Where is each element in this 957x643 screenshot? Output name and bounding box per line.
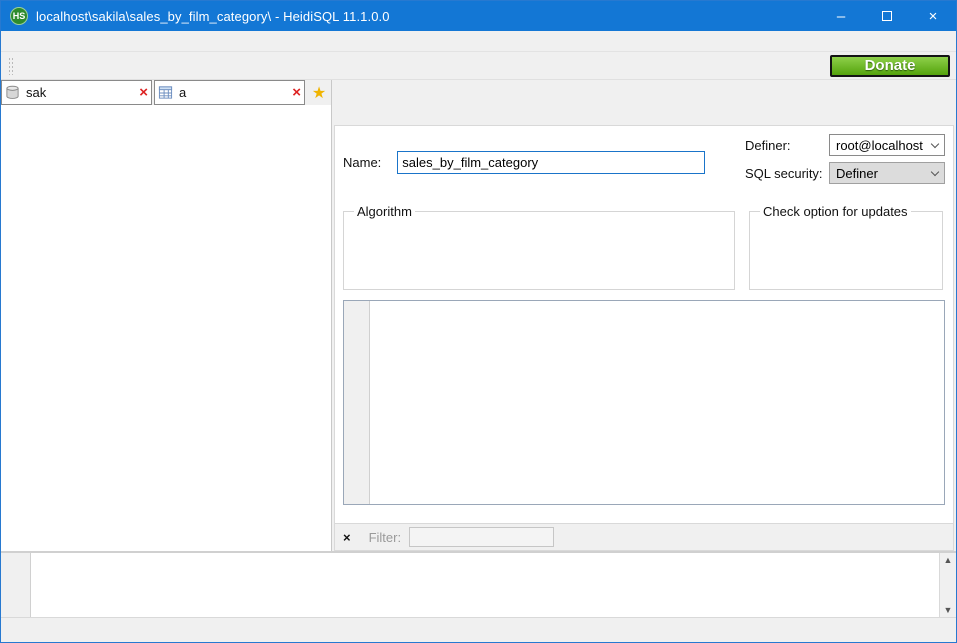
toolbar-grip xyxy=(8,57,13,75)
database-filter-value: sak xyxy=(26,85,139,100)
definer-value: root@localhost xyxy=(836,138,923,153)
clear-table-filter-icon[interactable]: × xyxy=(292,84,301,101)
sql-log-panel[interactable]: ▲ ▼ xyxy=(1,551,956,617)
database-tree-panel: sak × a × ★ xyxy=(1,80,332,551)
window-title: localhost\sakila\sales_by_film_category\… xyxy=(36,9,390,24)
filter-bar: × Filter: xyxy=(335,523,953,550)
chevron-down-icon xyxy=(931,140,939,148)
database-tree xyxy=(1,105,331,551)
view-sql-editor[interactable] xyxy=(343,300,945,505)
table-filter[interactable]: a × xyxy=(154,80,305,105)
editor-button-row xyxy=(343,505,945,523)
view-name-input[interactable] xyxy=(397,151,705,174)
main-panel: Name: Definer: root@localhost SQL s xyxy=(332,80,956,551)
check-option-legend: Check option for updates xyxy=(760,204,911,219)
table-filter-icon xyxy=(158,85,173,100)
menu-bar xyxy=(1,31,956,52)
view-options-panel: Name: Definer: root@localhost SQL s xyxy=(334,125,954,551)
algorithm-legend: Algorithm xyxy=(354,204,415,219)
maximize-button[interactable] xyxy=(864,1,910,31)
tree-filter-row: sak × a × ★ xyxy=(1,80,331,105)
editor-line-numbers xyxy=(344,301,370,504)
filter-label: Filter: xyxy=(369,530,402,545)
sub-tab-bar xyxy=(332,103,956,125)
database-filter[interactable]: sak × xyxy=(1,80,152,105)
check-option-group: Check option for updates xyxy=(749,204,943,290)
toolbar: Donate xyxy=(1,52,956,80)
log-scrollbar[interactable]: ▲ ▼ xyxy=(939,553,956,617)
sql-security-select[interactable]: Definer xyxy=(829,162,945,184)
title-bar: HS localhost\sakila\sales_by_film_catego… xyxy=(1,1,956,31)
chevron-down-icon xyxy=(931,168,939,176)
database-filter-icon xyxy=(5,85,20,100)
clear-database-filter-icon[interactable]: × xyxy=(139,84,148,101)
sql-security-value: Definer xyxy=(836,166,878,181)
filter-input[interactable] xyxy=(409,527,554,547)
close-filter-icon[interactable]: × xyxy=(343,530,351,545)
close-button[interactable]: × xyxy=(910,1,956,31)
app-icon: HS xyxy=(10,7,28,25)
favorites-star-icon[interactable]: ★ xyxy=(307,80,331,105)
scroll-up-icon[interactable]: ▲ xyxy=(944,555,953,565)
donate-button[interactable]: Donate xyxy=(830,55,950,77)
sql-security-label: SQL security: xyxy=(745,166,829,181)
algorithm-group: Algorithm xyxy=(343,204,735,290)
editor-code xyxy=(370,301,944,504)
heidisql-window: HS localhost\sakila\sales_by_film_catego… xyxy=(0,0,957,643)
status-bar xyxy=(1,617,956,642)
log-line-numbers xyxy=(1,553,31,617)
log-code xyxy=(31,553,939,617)
name-label: Name: xyxy=(343,155,381,170)
minimize-button[interactable]: – xyxy=(818,1,864,31)
maximize-icon xyxy=(882,11,892,21)
main-tab-bar xyxy=(332,80,956,103)
scroll-down-icon[interactable]: ▼ xyxy=(944,605,953,615)
table-filter-value: a xyxy=(179,85,292,100)
definer-select[interactable]: root@localhost xyxy=(829,134,945,156)
definer-label: Definer: xyxy=(745,138,829,153)
